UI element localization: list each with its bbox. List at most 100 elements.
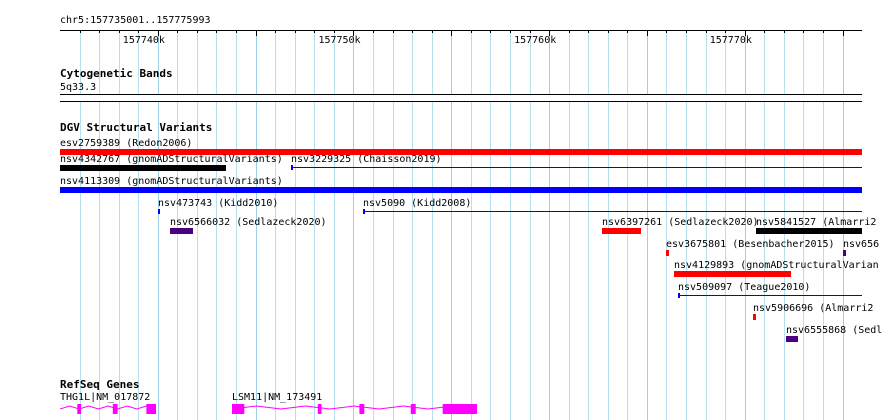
ruler-tick	[510, 30, 511, 33]
gene-model[interactable]	[60, 403, 158, 417]
ruler-tick-label: 157770k	[709, 35, 752, 46]
feature-bar[interactable]	[291, 167, 862, 168]
ruler-tick	[373, 30, 374, 33]
ruler-tick	[784, 30, 785, 33]
gene-exon	[112, 404, 118, 414]
ruler-tick	[627, 30, 628, 33]
feature-bar[interactable]	[60, 165, 226, 171]
grid-line	[530, 30, 531, 420]
feature-bar[interactable]	[678, 295, 862, 296]
gene-exon	[317, 404, 322, 414]
feature-label: nsv4113309 (gnomADStructuralVariants)	[60, 176, 283, 187]
feature-bar[interactable]	[363, 211, 862, 212]
feature-bar[interactable]	[170, 228, 193, 234]
feature-bar[interactable]	[158, 211, 160, 212]
feature-bar[interactable]	[756, 228, 862, 234]
ruler-tick	[314, 30, 315, 33]
grid-line	[99, 30, 100, 420]
feature-bar[interactable]	[602, 228, 641, 234]
ruler-tick	[295, 30, 296, 33]
grid-line	[471, 30, 472, 420]
ruler-tick	[686, 30, 687, 33]
ruler-tick	[666, 30, 667, 33]
ruler-tick	[843, 30, 844, 36]
ruler-tick	[471, 30, 472, 33]
feature-label: nsv656	[843, 239, 880, 250]
ruler-tick	[764, 30, 765, 33]
feature-bar[interactable]	[753, 314, 756, 320]
feature-bar[interactable]	[666, 250, 669, 256]
grid-line	[158, 30, 159, 420]
gene-exon	[77, 404, 82, 414]
ruler-tick	[490, 30, 491, 33]
grid-line	[393, 30, 394, 420]
ruler-tick	[138, 30, 139, 33]
grid-line	[588, 30, 589, 420]
ruler-tick	[334, 30, 335, 33]
feature-label: nsv5906696 (Almarri2	[753, 303, 874, 314]
feature-bar[interactable]	[843, 250, 846, 256]
cytoband-track-title[interactable]: Cytogenetic Bands	[60, 68, 173, 80]
gene-exon	[410, 404, 416, 414]
gene-exon	[232, 404, 245, 414]
feature-label: nsv473743 (Kidd2010)	[158, 198, 279, 209]
ruler-tick	[451, 30, 452, 36]
feature-label: nsv5090 (Kidd2008)	[363, 198, 472, 209]
feature-label: nsv5841527 (Almarri2	[756, 217, 877, 228]
ruler-tick	[197, 30, 198, 33]
feature-label: nsv509097 (Teague2010)	[678, 282, 811, 293]
ruler-tick-label: 157750k	[318, 35, 361, 46]
grid-line	[451, 30, 452, 420]
feature-label: nsv4129893 (gnomADStructuralVarian	[674, 260, 879, 271]
feature-label: nsv6566032 (Sedlazeck2020)	[170, 217, 327, 228]
grid-line	[510, 30, 511, 420]
cytoband-band[interactable]	[60, 94, 862, 102]
gene-intron	[60, 405, 157, 410]
feature-label: esv2759389 (Redon2006)	[60, 138, 193, 149]
ruler-axis	[60, 30, 862, 31]
ruler-tick	[530, 30, 531, 33]
feature-label: nsv6555868 (Sedl	[786, 325, 883, 336]
grid-line	[490, 30, 491, 420]
ruler-tick	[706, 30, 707, 33]
gene-intron	[232, 405, 478, 410]
grid-line	[373, 30, 374, 420]
refseq-track-title[interactable]: RefSeq Genes	[60, 379, 139, 391]
gene-exon	[442, 404, 477, 414]
ruler-tick	[725, 30, 726, 33]
ruler-tick	[647, 30, 648, 36]
grid-line	[432, 30, 433, 420]
ruler-tick	[588, 30, 589, 33]
ruler-tick	[393, 30, 394, 33]
ruler-tick-label: 157760k	[514, 35, 557, 46]
ruler-tick	[432, 30, 433, 33]
ruler-tick	[569, 30, 570, 33]
feature-bar[interactable]	[674, 271, 791, 277]
feature-bar[interactable]	[786, 336, 798, 342]
ruler-tick	[99, 30, 100, 33]
gene-model[interactable]	[232, 403, 479, 417]
gene-label: THG1L|NM_017872	[60, 392, 151, 403]
ruler-tick	[823, 30, 824, 33]
grid-line	[353, 30, 354, 420]
grid-line	[412, 30, 413, 420]
feature-label: nsv6397261 (Sedlazeck2020)	[602, 217, 759, 228]
feature-bar[interactable]	[60, 187, 862, 193]
ruler-tick	[80, 30, 81, 33]
feature-label: esv3675801 (Besenbacher2015)	[666, 239, 835, 250]
grid-line	[334, 30, 335, 420]
ruler-tick	[608, 30, 609, 33]
region-label: chr5:157735001..157775993	[60, 15, 211, 26]
genome-browser-view: chr5:157735001..157775993 157740k 157750k…	[0, 0, 890, 420]
ruler-tick	[256, 30, 257, 36]
feature-label: nsv4342767 (gnomADStructuralVariants)	[60, 154, 283, 165]
ruler-tick	[236, 30, 237, 33]
grid-line	[569, 30, 570, 420]
grid-line	[138, 30, 139, 420]
cytoband-label: 5q33.3	[60, 82, 97, 93]
ruler-tick	[275, 30, 276, 33]
ruler-tick	[177, 30, 178, 33]
ruler-tick	[216, 30, 217, 33]
dgv-track-title[interactable]: DGV Structural Variants	[60, 122, 212, 134]
gene-label: LSM11|NM_173491	[232, 392, 323, 403]
